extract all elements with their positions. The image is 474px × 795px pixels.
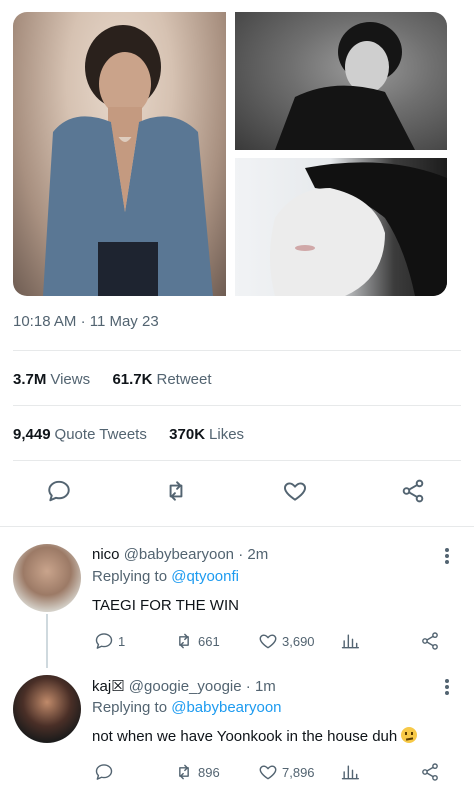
retweet-icon[interactable] xyxy=(163,478,193,508)
reply-count: 1 xyxy=(118,633,126,649)
retweets-stat[interactable]: 61.7K Retweet xyxy=(112,371,211,388)
reply-action-bar: 896 7,896 xyxy=(0,760,474,784)
comment-icon[interactable] xyxy=(46,478,76,508)
share-icon xyxy=(422,632,438,650)
tweet-action-bar xyxy=(0,478,474,508)
avatar[interactable] xyxy=(13,675,81,743)
like-count: 3,690 xyxy=(282,633,315,649)
replying-to-handle[interactable]: @qtyoonfi xyxy=(171,568,239,585)
tweet-media-grid xyxy=(13,12,447,296)
stats-row-views-retweets: 3.7M Views 61.7K Retweet xyxy=(13,371,212,388)
reply-like-button[interactable]: 3,690 xyxy=(258,629,315,653)
header-separator: · xyxy=(245,678,251,695)
display-name[interactable]: kaj☒ xyxy=(92,678,125,695)
reply-header: kaj☒ @googie_yoogie · 1m xyxy=(92,677,276,695)
divider xyxy=(13,460,461,461)
replying-prefix: Replying to xyxy=(92,568,168,585)
reply-age[interactable]: 2m xyxy=(247,546,268,563)
retweets-label: Retweet xyxy=(156,371,212,388)
heart-icon xyxy=(259,634,277,649)
media-photo-1[interactable] xyxy=(13,12,226,296)
more-icon[interactable] xyxy=(440,546,454,566)
grimace-emoji-icon xyxy=(401,727,418,743)
user-handle[interactable]: @babybearyoon xyxy=(124,546,234,563)
reply-text: not when we have Yoonkook in the house d… xyxy=(92,728,398,745)
analytics-icon xyxy=(341,634,360,649)
quotes-label: Quote Tweets xyxy=(54,426,147,443)
tweet-timestamp[interactable]: 10:18 AM · 11 May 23 xyxy=(13,313,159,330)
more-icon[interactable] xyxy=(440,677,454,697)
media-photo-3[interactable] xyxy=(235,158,447,296)
retweet-count: 896 xyxy=(198,764,220,780)
replying-to-line: Replying to @qtyoonfi xyxy=(92,568,239,585)
quotes-stat[interactable]: 9,449 Quote Tweets xyxy=(13,426,147,443)
media-photo-2[interactable] xyxy=(235,12,447,150)
replying-prefix: Replying to xyxy=(92,699,168,716)
analytics-icon xyxy=(341,765,360,780)
user-handle[interactable]: @googie_yoogie xyxy=(129,678,242,695)
comment-icon xyxy=(95,633,113,649)
tweet-date: 11 May 23 xyxy=(89,313,159,330)
replying-to-handle[interactable]: @babybearyoon xyxy=(171,699,281,716)
share-icon xyxy=(422,763,438,781)
share-icon[interactable] xyxy=(400,478,430,508)
likes-count: 370K xyxy=(169,426,206,443)
divider xyxy=(13,405,461,406)
reply-comment-button[interactable]: 1 xyxy=(94,629,125,653)
reply-analytics-button[interactable] xyxy=(340,629,364,653)
reply-analytics-button[interactable] xyxy=(340,760,364,784)
reply-age[interactable]: 1m xyxy=(255,678,276,695)
divider xyxy=(13,350,461,351)
reply-retweet-button[interactable]: 896 xyxy=(174,760,220,784)
divider xyxy=(0,526,474,527)
views-stat[interactable]: 3.7M Views xyxy=(13,371,90,388)
reply-action-bar: 1 661 3,690 xyxy=(0,629,474,653)
photo-3-illustration xyxy=(270,162,447,296)
reply-header: nico @babybearyoon · 2m xyxy=(92,546,268,563)
reply-like-button[interactable]: 7,896 xyxy=(258,760,315,784)
heart-icon xyxy=(259,765,277,780)
views-count: 3.7M xyxy=(13,371,47,388)
reply-text: TAEGI FOR THE WIN xyxy=(92,597,239,614)
header-separator: · xyxy=(238,546,244,563)
photo-2-illustration xyxy=(275,22,415,150)
like-count: 7,896 xyxy=(282,764,315,780)
reply-retweet-button[interactable]: 661 xyxy=(174,629,220,653)
retweet-icon xyxy=(179,764,189,780)
tweet-time: 10:18 AM xyxy=(13,313,77,330)
reply-share-button[interactable] xyxy=(420,760,444,784)
retweets-count: 61.7K xyxy=(112,371,153,388)
views-label: Views xyxy=(50,371,91,388)
retweet-count: 661 xyxy=(198,633,220,649)
comment-icon xyxy=(95,764,113,780)
display-name[interactable]: nico xyxy=(92,546,120,563)
avatar[interactable] xyxy=(13,544,81,612)
likes-label: Likes xyxy=(209,426,245,443)
likes-stat[interactable]: 370K Likes xyxy=(169,426,244,443)
photo-1-illustration xyxy=(43,25,213,296)
timestamp-separator: · xyxy=(80,313,86,330)
heart-icon[interactable] xyxy=(282,478,312,508)
retweet-icon xyxy=(179,633,189,649)
replying-to-line: Replying to @babybearyoon xyxy=(92,699,282,716)
reply-text-line: not when we have Yoonkook in the house d… xyxy=(92,727,418,745)
stats-row-quotes-likes: 9,449 Quote Tweets 370K Likes xyxy=(13,426,244,443)
reply-share-button[interactable] xyxy=(420,629,444,653)
reply-comment-button[interactable] xyxy=(94,760,118,784)
quotes-count: 9,449 xyxy=(13,426,51,443)
